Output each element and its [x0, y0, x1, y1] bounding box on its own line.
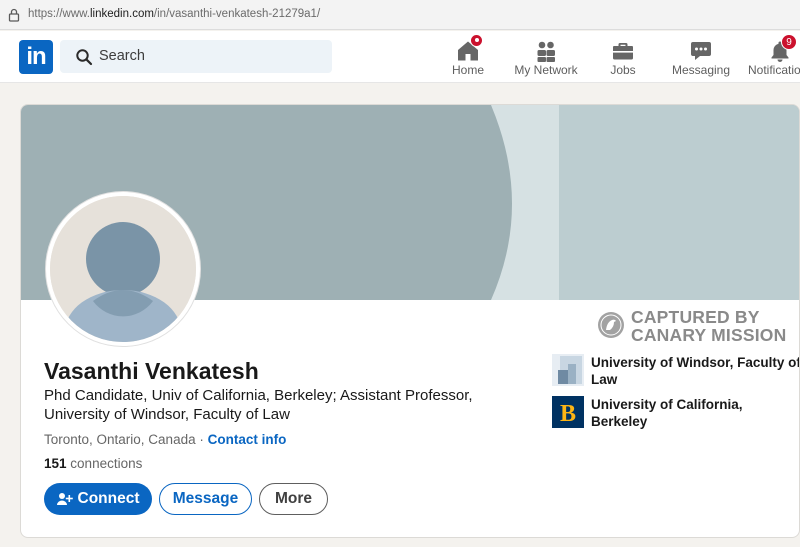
profile-location-line: Toronto, Ontario, Canada · Contact info	[44, 432, 286, 447]
nav-notifications[interactable]: 9 Notifications	[746, 31, 800, 83]
berkeley-logo: B	[552, 396, 584, 428]
windsor-logo	[552, 354, 584, 386]
contact-info-link[interactable]: Contact info	[208, 432, 287, 447]
watermark-line-2: CANARY MISSION	[631, 325, 787, 345]
more-button-label: More	[274, 490, 313, 507]
education-name: University of California, Berkeley	[591, 397, 743, 429]
profile-card: Vasanthi Venkatesh Phd Candidate, Univ o…	[20, 104, 800, 538]
connect-button-label: Connect	[77, 490, 140, 507]
watermark-line-1: CAPTURED BY	[631, 307, 760, 327]
nav-messaging-label: Messaging	[671, 63, 731, 77]
education-item-berkeley[interactable]: B University of California, Berkeley	[552, 396, 799, 429]
nav-jobs-label: Jobs	[610, 63, 636, 77]
top-navigation: in Search Home My Network Jobs Messaging…	[0, 31, 800, 83]
berkeley-logo-letter: B	[560, 401, 576, 427]
message-button[interactable]: Message	[159, 483, 252, 515]
connections-line: 151 connections	[44, 456, 142, 471]
watermark-text: CAPTURED BY CANARY MISSION	[631, 308, 786, 344]
search-input[interactable]: Search	[99, 48, 145, 64]
canary-mission-watermark: CAPTURED BY CANARY MISSION	[597, 308, 797, 344]
canary-seal-icon	[598, 312, 624, 338]
nav-home[interactable]: Home	[438, 31, 498, 83]
connect-button[interactable]: Connect	[44, 483, 152, 515]
nav-my-network-label: My Network	[514, 63, 578, 77]
linkedin-logo[interactable]: in	[19, 40, 53, 74]
network-icon	[537, 41, 555, 62]
profile-location: Toronto, Ontario, Canada	[44, 432, 196, 447]
url-domain: linkedin.com	[90, 8, 154, 20]
url-text[interactable]: https://www.linkedin.com/in/vasanthi-ven…	[28, 8, 320, 20]
lock-icon	[8, 8, 20, 22]
briefcase-icon	[613, 43, 633, 60]
nav-jobs[interactable]: Jobs	[598, 31, 648, 83]
default-person-icon	[50, 196, 196, 342]
url-prefix: https://www.	[28, 8, 90, 20]
add-person-icon	[56, 493, 73, 505]
notifications-badge: 9	[781, 34, 797, 50]
nav-notifications-label: Notifications	[748, 63, 800, 77]
chat-icon	[691, 42, 711, 60]
connections-label: connections	[70, 456, 143, 471]
education-item-windsor[interactable]: University of Windsor, Faculty of Law	[552, 354, 800, 387]
message-button-label: Message	[172, 490, 239, 507]
connections-count: 151	[44, 456, 67, 471]
url-path: /in/vasanthi-venkatesh-21279a1/	[153, 8, 321, 20]
nav-home-label: Home	[451, 63, 484, 77]
profile-headline: Phd Candidate, Univ of California, Berke…	[44, 387, 473, 423]
more-button[interactable]: More	[259, 483, 328, 515]
search-box[interactable]: Search	[60, 40, 332, 73]
browser-address-bar[interactable]: https://www.linkedin.com/in/vasanthi-ven…	[0, 0, 800, 30]
nav-my-network[interactable]: My Network	[511, 31, 581, 83]
profile-name: Vasanthi Venkatesh	[44, 358, 259, 384]
home-notification-dot	[470, 34, 483, 47]
search-icon	[76, 49, 93, 66]
separator-dot: ·	[199, 432, 204, 447]
education-name: University of Windsor, Faculty of Law	[591, 355, 800, 387]
nav-messaging[interactable]: Messaging	[669, 31, 733, 83]
profile-avatar[interactable]	[46, 192, 200, 346]
